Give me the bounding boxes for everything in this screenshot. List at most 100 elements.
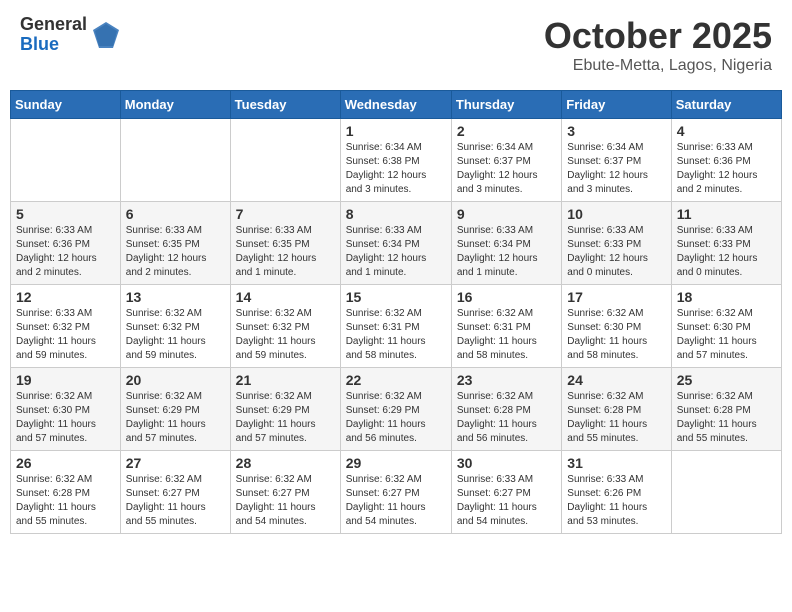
day-number: 29 <box>346 455 446 471</box>
day-info: Sunrise: 6:33 AM Sunset: 6:34 PM Dayligh… <box>346 224 446 280</box>
calendar-cell: 3Sunrise: 6:34 AM Sunset: 6:37 PM Daylig… <box>562 119 671 202</box>
calendar-cell: 19 Sunrise: 6:32 AM Sunset: 6:30 PM Dayli… <box>11 368 121 451</box>
day-number: 19 <box>16 372 115 388</box>
day-number: 26 <box>16 455 115 471</box>
day-number: 25 <box>677 372 776 388</box>
day-number: 12 <box>16 289 115 305</box>
calendar-cell: 2 Sunrise: 6:34 AM Sunset: 6:37 PM Daylig… <box>451 119 561 202</box>
calendar-cell: 30 Sunrise: 6:33 AM Sunset: 6:27 PM Dayli… <box>451 451 561 534</box>
day-info: Sunrise: 6:33 AM Sunset: 6:33 PM Dayligh… <box>677 224 776 280</box>
day-info: Sunrise: 6:32 AM Sunset: 6:28 PM Dayligh… <box>457 390 556 446</box>
location-title: Ebute-Metta, Lagos, Nigeria <box>544 57 772 75</box>
calendar-cell: 22 Sunrise: 6:32 AM Sunset: 6:29 PM Dayli… <box>340 368 451 451</box>
day-number: 15 <box>346 289 446 305</box>
calendar-week-row: 1 Sunrise: 6:34 AM Sunset: 6:38 PM Daylig… <box>11 119 782 202</box>
title-area: October 2025 Ebute-Metta, Lagos, Nigeria <box>544 15 772 75</box>
day-number: 1 <box>346 123 446 139</box>
calendar-cell <box>120 119 230 202</box>
weekday-header: Monday <box>120 91 230 119</box>
day-info: Sunrise: 6:33 AM Sunset: 6:36 PM Dayligh… <box>16 224 115 280</box>
day-number: 10 <box>567 206 665 222</box>
weekday-header: Wednesday <box>340 91 451 119</box>
day-number: 11 <box>677 206 776 222</box>
calendar-cell: 10 Sunrise: 6:33 AM Sunset: 6:33 PM Dayli… <box>562 202 671 285</box>
day-info: Sunrise: 6:32 AM Sunset: 6:30 PM Dayligh… <box>677 307 776 363</box>
calendar-cell: 13 Sunrise: 6:32 AM Sunset: 6:32 PM Dayli… <box>120 285 230 368</box>
day-number: 5 <box>16 206 115 222</box>
day-info: Sunrise: 6:32 AM Sunset: 6:27 PM Dayligh… <box>236 473 335 529</box>
weekday-header: Saturday <box>671 91 781 119</box>
calendar-cell: 26 Sunrise: 6:32 AM Sunset: 6:28 PM Dayli… <box>11 451 121 534</box>
calendar-week-row: 26 Sunrise: 6:32 AM Sunset: 6:28 PM Dayli… <box>11 451 782 534</box>
calendar-cell: 12 Sunrise: 6:33 AM Sunset: 6:32 PM Dayli… <box>11 285 121 368</box>
day-info: Sunrise: 6:34 AM Sunset: 6:37 PM Dayligh… <box>457 141 556 197</box>
calendar-cell <box>11 119 121 202</box>
calendar-week-row: 19 Sunrise: 6:32 AM Sunset: 6:30 PM Dayli… <box>11 368 782 451</box>
day-info: Sunrise: 6:32 AM Sunset: 6:32 PM Dayligh… <box>236 307 335 363</box>
calendar-table: SundayMondayTuesdayWednesdayThursdayFrid… <box>10 90 782 534</box>
calendar-cell: 1 Sunrise: 6:34 AM Sunset: 6:38 PM Daylig… <box>340 119 451 202</box>
weekday-header: Sunday <box>11 91 121 119</box>
day-info: Sunrise: 6:32 AM Sunset: 6:29 PM Dayligh… <box>236 390 335 446</box>
day-number: 24 <box>567 372 665 388</box>
calendar-cell <box>671 451 781 534</box>
day-info: Sunrise: 6:32 AM Sunset: 6:30 PM Dayligh… <box>16 390 115 446</box>
day-number: 27 <box>126 455 225 471</box>
calendar-cell: 8 Sunrise: 6:33 AM Sunset: 6:34 PM Daylig… <box>340 202 451 285</box>
day-number: 14 <box>236 289 335 305</box>
day-info: Sunrise: 6:33 AM Sunset: 6:33 PM Dayligh… <box>567 224 665 280</box>
logo-general-text: General <box>20 15 87 35</box>
calendar-cell: 23 Sunrise: 6:32 AM Sunset: 6:28 PM Dayli… <box>451 368 561 451</box>
weekday-header: Tuesday <box>230 91 340 119</box>
day-number: 21 <box>236 372 335 388</box>
day-info: Sunrise: 6:34 AM Sunset: 6:38 PM Dayligh… <box>346 141 446 197</box>
logo: General Blue <box>20 15 121 55</box>
logo-icon <box>91 20 121 50</box>
day-info: Sunrise: 6:32 AM Sunset: 6:28 PM Dayligh… <box>16 473 115 529</box>
day-number: 6 <box>126 206 225 222</box>
day-number: 23 <box>457 372 556 388</box>
logo-blue-text: Blue <box>20 35 87 55</box>
calendar-cell: 27 Sunrise: 6:32 AM Sunset: 6:27 PM Dayli… <box>120 451 230 534</box>
calendar-cell: 6 Sunrise: 6:33 AM Sunset: 6:35 PM Daylig… <box>120 202 230 285</box>
weekday-header: Thursday <box>451 91 561 119</box>
calendar-cell: 18 Sunrise: 6:32 AM Sunset: 6:30 PM Dayli… <box>671 285 781 368</box>
day-number: 28 <box>236 455 335 471</box>
calendar-cell: 31Sunrise: 6:33 AM Sunset: 6:26 PM Dayli… <box>562 451 671 534</box>
day-number: 4 <box>677 123 776 139</box>
day-number: 16 <box>457 289 556 305</box>
day-info: Sunrise: 6:33 AM Sunset: 6:36 PM Dayligh… <box>677 141 776 197</box>
calendar-cell: 29 Sunrise: 6:32 AM Sunset: 6:27 PM Dayli… <box>340 451 451 534</box>
day-info: Sunrise: 6:33 AM Sunset: 6:32 PM Dayligh… <box>16 307 115 363</box>
day-number: 2 <box>457 123 556 139</box>
day-number: 18 <box>677 289 776 305</box>
calendar-cell: 14 Sunrise: 6:32 AM Sunset: 6:32 PM Dayli… <box>230 285 340 368</box>
calendar-cell: 16 Sunrise: 6:32 AM Sunset: 6:31 PM Dayli… <box>451 285 561 368</box>
weekday-header: Friday <box>562 91 671 119</box>
calendar-cell: 15 Sunrise: 6:32 AM Sunset: 6:31 PM Dayli… <box>340 285 451 368</box>
day-info: Sunrise: 6:32 AM Sunset: 6:32 PM Dayligh… <box>126 307 225 363</box>
day-number: 30 <box>457 455 556 471</box>
day-number: 8 <box>346 206 446 222</box>
day-info: Sunrise: 6:32 AM Sunset: 6:27 PM Dayligh… <box>126 473 225 529</box>
day-info: Sunrise: 6:33 AM Sunset: 6:35 PM Dayligh… <box>126 224 225 280</box>
day-info: Sunrise: 6:33 AM Sunset: 6:34 PM Dayligh… <box>457 224 556 280</box>
calendar-cell: 20Sunrise: 6:32 AM Sunset: 6:29 PM Dayli… <box>120 368 230 451</box>
day-info: Sunrise: 6:32 AM Sunset: 6:30 PM Dayligh… <box>567 307 665 363</box>
header: General Blue October 2025 Ebute-Metta, L… <box>10 10 782 80</box>
day-number: 3 <box>567 123 665 139</box>
day-info: Sunrise: 6:32 AM Sunset: 6:29 PM Dayligh… <box>346 390 446 446</box>
day-info: Sunrise: 6:32 AM Sunset: 6:31 PM Dayligh… <box>457 307 556 363</box>
day-info: Sunrise: 6:32 AM Sunset: 6:27 PM Dayligh… <box>346 473 446 529</box>
calendar-cell: 21 Sunrise: 6:32 AM Sunset: 6:29 PM Dayli… <box>230 368 340 451</box>
day-number: 13 <box>126 289 225 305</box>
day-info: Sunrise: 6:32 AM Sunset: 6:31 PM Dayligh… <box>346 307 446 363</box>
day-number: 17 <box>567 289 665 305</box>
calendar-cell <box>230 119 340 202</box>
day-info: Sunrise: 6:32 AM Sunset: 6:28 PM Dayligh… <box>567 390 665 446</box>
day-number: 22 <box>346 372 446 388</box>
calendar-week-row: 12 Sunrise: 6:33 AM Sunset: 6:32 PM Dayli… <box>11 285 782 368</box>
day-info: Sunrise: 6:32 AM Sunset: 6:29 PM Dayligh… <box>126 390 225 446</box>
calendar-cell: 5 Sunrise: 6:33 AM Sunset: 6:36 PM Daylig… <box>11 202 121 285</box>
day-info: Sunrise: 6:33 AM Sunset: 6:27 PM Dayligh… <box>457 473 556 529</box>
